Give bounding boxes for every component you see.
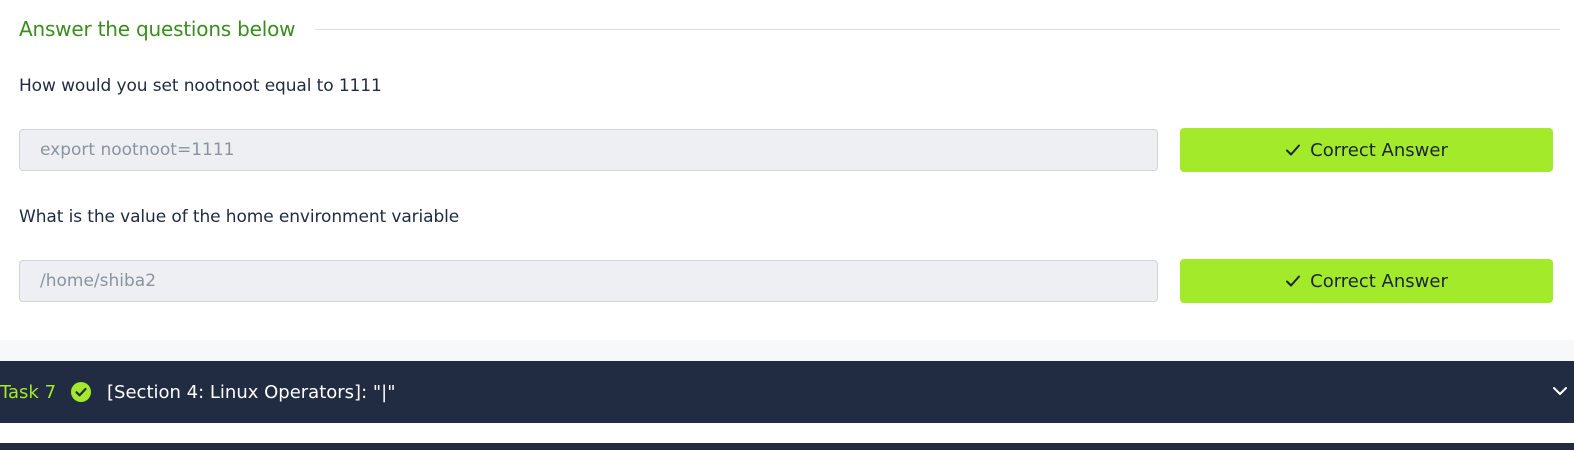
check-icon	[1285, 142, 1301, 158]
question-2-answer-field[interactable]	[19, 260, 1158, 302]
check-icon	[1285, 273, 1301, 289]
check-circle-icon	[70, 381, 92, 403]
question-1-text: How would you set nootnoot equal to 1111	[19, 76, 382, 96]
section-title: Answer the questions below	[19, 17, 296, 41]
header-divider	[315, 28, 1560, 30]
task-7-header[interactable]: Task 7 [Section 4: Linux Operators]: "|"	[0, 361, 1574, 423]
question-1-correct-answer-button[interactable]: Correct Answer	[1180, 128, 1553, 172]
task-title: [Section 4: Linux Operators]: "|"	[107, 381, 396, 403]
panel-gap	[0, 340, 1574, 361]
question-1-answer-field[interactable]	[19, 129, 1158, 171]
question-2-correct-answer-button[interactable]: Correct Answer	[1180, 259, 1553, 303]
task-number: Task 7	[0, 381, 57, 403]
question-2-status-label: Correct Answer	[1310, 270, 1448, 292]
next-task-header[interactable]	[0, 443, 1574, 450]
questions-panel: Answer the questions below How would you…	[0, 0, 1574, 340]
question-1-status-label: Correct Answer	[1310, 139, 1448, 161]
chevron-down-icon[interactable]	[1552, 383, 1568, 399]
question-2-text: What is the value of the home environmen…	[19, 207, 460, 227]
section-header: Answer the questions below	[19, 14, 1560, 44]
task-separator	[0, 423, 1574, 443]
